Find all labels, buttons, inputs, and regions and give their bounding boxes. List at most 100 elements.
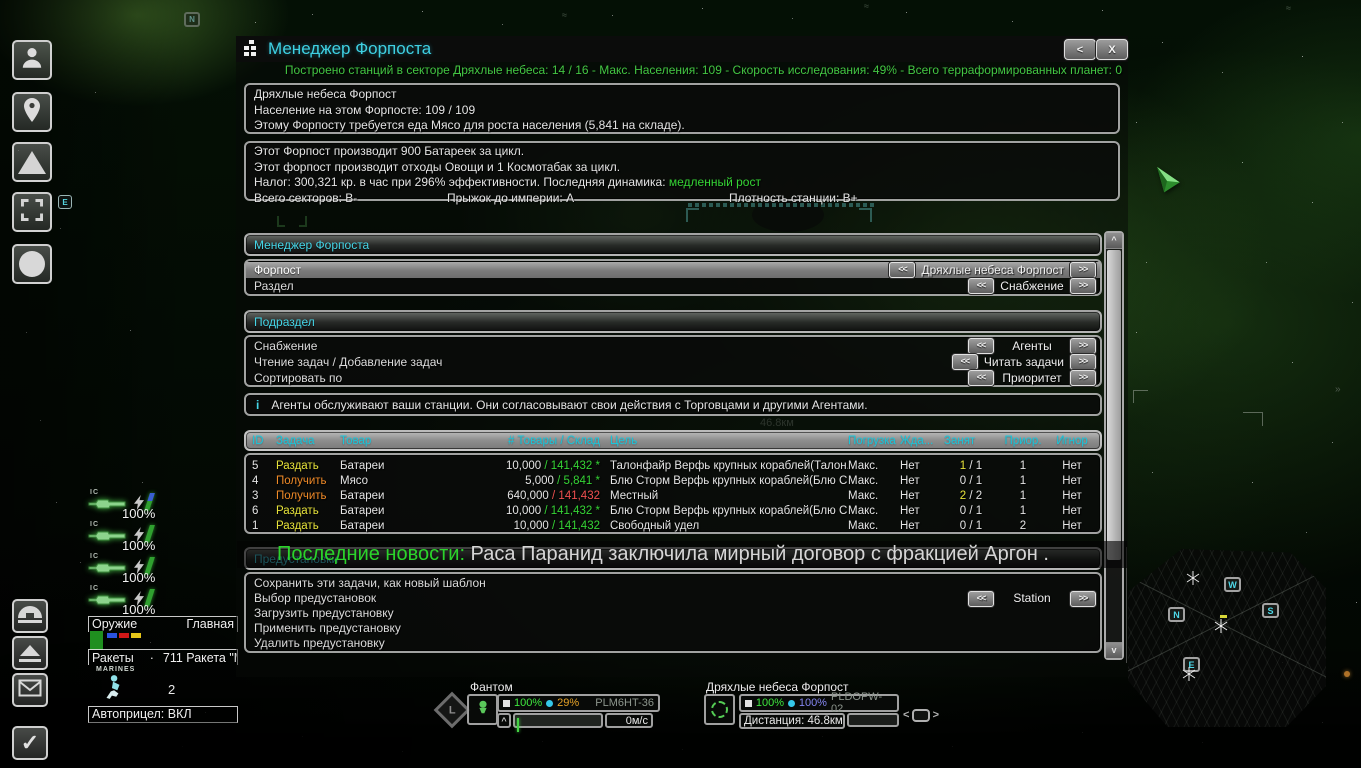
table-row[interactable]: 4 Получить Мясо 5,000 / 5,841 * Блю Стор… xyxy=(246,473,1100,488)
preset-save-row[interactable]: Сохранить эти задачи, как новый шаблон xyxy=(246,576,1100,591)
next-button[interactable]: >> xyxy=(1070,278,1096,294)
row-label: Применить предустановку xyxy=(254,621,401,636)
triangle-up-icon xyxy=(18,151,46,174)
preset-delete-row[interactable]: Удалить предустановку xyxy=(246,636,1100,651)
world-bracket xyxy=(1133,390,1148,403)
cell-ignore: Нет xyxy=(1048,460,1096,472)
dome-station-button[interactable] xyxy=(12,599,48,633)
selector-value: Приоритет xyxy=(1000,371,1064,385)
distance-value: Дистанция: 46.8км xyxy=(744,715,843,727)
next-button[interactable]: >> xyxy=(1070,354,1096,370)
production-box: Этот Форпост производит 900 Батареек за … xyxy=(244,141,1120,201)
laser-icon xyxy=(88,593,126,613)
marines-count: 2 xyxy=(168,682,175,697)
cell-ware: Батареи xyxy=(340,520,444,532)
cell-wait: Нет xyxy=(900,475,944,487)
cell-load: Макс. xyxy=(848,475,900,487)
news-label: Последние новости: xyxy=(277,543,465,565)
ammo-bar-red xyxy=(119,633,129,638)
scrollbar-thumb[interactable] xyxy=(1107,250,1121,560)
messages-button[interactable] xyxy=(12,673,48,707)
col-ignore: Игнор xyxy=(1048,435,1096,447)
autoaim-bar[interactable]: Автоприцел: ВКЛ xyxy=(88,706,238,723)
prev-button[interactable]: << xyxy=(968,338,994,354)
table-row[interactable]: 1 Раздать Батареи 10,000 / 141,432 Свобо… xyxy=(246,518,1100,533)
cell-prio: 1 xyxy=(998,460,1048,472)
menu-row-station[interactable]: Форпост << Дряхлые небеса Форпост >> xyxy=(246,262,1100,278)
close-button[interactable]: X xyxy=(1096,39,1128,60)
world-bracket xyxy=(1243,412,1263,426)
laser-icon xyxy=(88,561,126,581)
cell-load: Макс. xyxy=(848,490,900,502)
scroll-up-button[interactable]: ^ xyxy=(1106,233,1122,249)
chevron-up-icon: ^ xyxy=(501,716,506,726)
speed-value: 0м/с xyxy=(626,715,648,727)
col-qty: # Товары / Склад xyxy=(444,435,600,447)
gravidar-minimap: W N S E xyxy=(1128,549,1326,727)
col-prio: Приор. xyxy=(998,435,1048,447)
starfield xyxy=(0,0,1,1)
back-button[interactable]: < xyxy=(1064,39,1096,60)
prev-button[interactable]: << xyxy=(968,591,994,607)
next-button[interactable]: >> xyxy=(1070,262,1096,278)
checkmark-icon: ✓ xyxy=(21,730,39,756)
scroll-down-button[interactable]: v xyxy=(1106,642,1122,658)
missiles-bar[interactable]: Ракеты · 711 Ракета "Мос xyxy=(88,649,238,665)
sidebar-target-button[interactable] xyxy=(12,192,52,232)
prev-button[interactable]: << xyxy=(968,278,994,294)
eject-button[interactable] xyxy=(12,636,48,670)
preset-apply-row[interactable]: Применить предустановку xyxy=(246,621,1100,636)
weapon-slot: IC 100% xyxy=(88,490,240,522)
sidebar-pilot-button[interactable] xyxy=(12,40,52,80)
weapon-group-bar[interactable]: Оружие Главная xyxy=(88,616,238,632)
map-ship-icon xyxy=(1186,571,1200,590)
production-line: Этот Форпост производит 900 Батареек за … xyxy=(246,144,1118,160)
speed-marker xyxy=(517,718,519,732)
section-selector: << Снабжение >> xyxy=(968,278,1096,294)
menu-row-sort[interactable]: Сортировать по << Приоритет >> xyxy=(246,370,1100,386)
next-button[interactable]: >> xyxy=(1070,591,1096,607)
table-row[interactable]: 6 Раздать Батареи 10,000 / 141,432 * Блю… xyxy=(246,503,1100,518)
cell-task: Получить xyxy=(276,475,340,487)
cell-prio: 1 xyxy=(998,505,1048,517)
next-button[interactable]: >> xyxy=(1070,370,1096,386)
cell-id: 3 xyxy=(252,490,276,502)
scrollbar[interactable]: ^ v xyxy=(1104,231,1124,660)
speed-gauge xyxy=(513,713,603,728)
map-gate-south: S xyxy=(1262,603,1279,618)
weapon-tag: IC xyxy=(90,585,99,592)
target-icon-box xyxy=(704,694,735,725)
dock-right-arrow-icon: > xyxy=(933,709,939,721)
gate-badge-top-n: N xyxy=(184,12,200,27)
next-button[interactable]: >> xyxy=(1070,338,1096,354)
news-ticker: Последние новости: Раса Паранид заключил… xyxy=(237,541,1127,568)
target-status-bar: 100% 100% PLDOPW-02 xyxy=(739,694,899,712)
throttle-toggle[interactable]: ^ xyxy=(497,713,511,728)
row-label: Раздел xyxy=(254,279,294,293)
preset-load-row[interactable]: Загрузить предустановку xyxy=(246,606,1100,621)
prev-button[interactable]: << xyxy=(889,262,915,278)
table-row[interactable]: 3 Получить Батареи 640,000 / 141,432 Мес… xyxy=(246,488,1100,503)
weapon-tag: IC xyxy=(90,553,99,560)
target-station-icon xyxy=(711,701,728,718)
sidebar-navigation-button[interactable] xyxy=(12,92,52,132)
ship-icon-box xyxy=(467,694,498,725)
sidebar-autopilot-button[interactable] xyxy=(12,142,52,182)
table-row[interactable]: 5 Раздать Батареи 10,000 / 141,432 * Тал… xyxy=(246,458,1100,473)
menu-row-section[interactable]: Раздел << Снабжение >> xyxy=(246,278,1100,294)
laser-icon xyxy=(88,529,126,549)
dock-indicator: < > xyxy=(903,706,939,724)
confirm-button[interactable]: ✓ xyxy=(12,726,48,760)
sidebar-sector-button[interactable] xyxy=(12,244,52,284)
cell-busy: 0 / 1 xyxy=(944,505,998,517)
menu-row-supply[interactable]: Снабжение << Агенты >> xyxy=(246,338,1100,354)
info-box: i Агенты обслуживают ваши станции. Они с… xyxy=(244,393,1102,416)
prev-button[interactable]: << xyxy=(968,370,994,386)
hull-icon xyxy=(745,700,752,707)
info-icon: i xyxy=(256,398,259,412)
prev-button[interactable]: << xyxy=(952,354,978,370)
tax-trend: медленный рост xyxy=(669,175,761,189)
map-player-icon xyxy=(1214,619,1228,638)
menu-row-tasks[interactable]: Чтение задач / Добавление задач << Читат… xyxy=(246,354,1100,370)
preset-choose-row[interactable]: Выбор предустановок << Station >> xyxy=(246,591,1100,606)
